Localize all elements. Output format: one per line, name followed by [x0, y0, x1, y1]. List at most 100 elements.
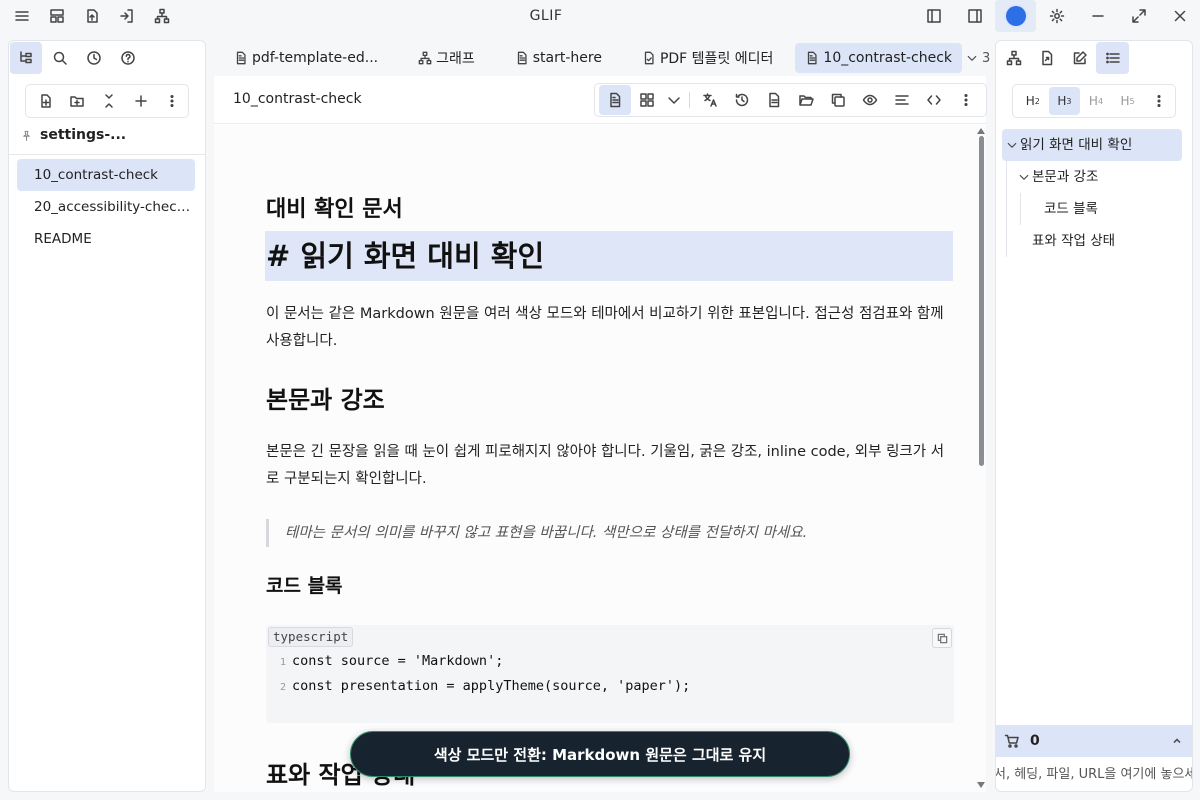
translate-icon[interactable]: [694, 85, 726, 115]
pinned-folder[interactable]: settings-...: [9, 122, 205, 148]
cart-icon: [1004, 733, 1020, 749]
document-icon: [234, 51, 248, 65]
tab-graph[interactable]: 그래프: [408, 43, 485, 73]
outline-item[interactable]: 읽기 화면 대비 확인: [1002, 129, 1182, 161]
file-text-icon[interactable]: [758, 85, 790, 115]
drop-zone-hint[interactable]: 서, 헤딩, 파일, URL을 여기에 놓으세: [996, 763, 1192, 782]
gear-icon[interactable]: [1036, 0, 1077, 32]
more-vertical-icon[interactable]: [1143, 87, 1175, 115]
tab-label: 그래프: [436, 51, 475, 67]
heading-level-toolbar: H2 H3 H4 H5: [1012, 84, 1176, 118]
copy-icon: [937, 633, 947, 643]
collapse-all-icon[interactable]: [93, 85, 125, 117]
search-tab[interactable]: [44, 42, 76, 74]
tab-label: start-here: [532, 50, 602, 66]
outline-item[interactable]: 코드 블록: [1002, 193, 1182, 225]
more-vertical-icon[interactable]: [156, 85, 188, 117]
outline-item[interactable]: 표와 작업 상태: [1002, 225, 1182, 257]
heading-level-h3[interactable]: H3: [1048, 87, 1081, 115]
color-mode-button[interactable]: [995, 0, 1036, 32]
document-toolbar: [594, 83, 987, 117]
tab-label: PDF 템플릿 에디터: [659, 51, 774, 67]
history-icon[interactable]: [726, 85, 758, 115]
outline-item-label: 읽기 화면 대비 확인: [1020, 137, 1133, 153]
pinned-folder-label: settings-...: [40, 127, 127, 143]
chevron-down-icon: [966, 52, 978, 64]
document-body[interactable]: 대비 확인 문서 # 읽기 화면 대비 확인 이 문서는 같은 Markdown…: [214, 125, 986, 792]
tab-label: 10_contrast-check: [823, 50, 953, 66]
color-mode-dot: [1005, 6, 1026, 26]
add-icon[interactable]: [125, 85, 157, 117]
close-icon[interactable]: [1159, 0, 1200, 32]
help-tab[interactable]: [112, 42, 144, 74]
graph-view-tab[interactable]: [997, 42, 1030, 74]
tab-pdf-template-editor-file[interactable]: pdf-template-ed...: [224, 43, 388, 73]
document-icon: [805, 51, 819, 65]
tab-overflow-button[interactable]: 3: [966, 51, 990, 66]
code-icon[interactable]: [918, 85, 950, 115]
heading-level-h2[interactable]: H2: [1017, 87, 1049, 115]
document-title: 10_contrast-check: [233, 91, 362, 107]
grid-view-icon[interactable]: [631, 85, 663, 115]
file-item[interactable]: README: [17, 223, 195, 255]
code-language-label: typescript: [268, 627, 354, 647]
title-bar: GLIF: [0, 0, 1200, 32]
eye-icon[interactable]: [854, 85, 886, 115]
code-block: typescript 1 const source = 'Markdown'; 2…: [266, 625, 954, 723]
chevron-down-icon[interactable]: [663, 85, 685, 115]
chevron-down-icon[interactable]: [1006, 139, 1018, 151]
folder-open-icon[interactable]: [790, 85, 822, 115]
heading-level-h5[interactable]: H5: [1112, 87, 1144, 115]
outline-item-label: 본문과 강조: [1032, 169, 1099, 185]
copy-code-button[interactable]: [932, 628, 952, 648]
h1-heading[interactable]: # 읽기 화면 대비 확인: [265, 231, 953, 281]
code-line: 1 const source = 'Markdown';: [279, 653, 504, 669]
toggle-left-sidebar-icon[interactable]: [913, 0, 954, 32]
outline-guide-line: [1020, 193, 1021, 225]
pdf-icon: [642, 51, 656, 65]
edit-tab[interactable]: [1063, 42, 1096, 74]
scrollbar-thumb[interactable]: [979, 136, 984, 466]
document-icon: [515, 51, 529, 65]
right-sidebar: H2 H3 H4 H5 읽기 화면 대비 확인 본문과 강조 코드 블록 표와 …: [995, 40, 1193, 792]
tab-contrast-check[interactable]: 10_contrast-check: [795, 43, 963, 73]
tab-pdf-template-editor[interactable]: PDF 템플릿 에디터: [632, 43, 783, 73]
document-view-icon[interactable]: [599, 85, 631, 115]
paragraph: 이 문서는 같은 Markdown 원문을 여러 색상 모드와 테마에서 비교하…: [266, 306, 944, 349]
tab-label: pdf-template-ed...: [252, 50, 379, 66]
chevron-down-icon[interactable]: [1018, 171, 1030, 183]
outline-item-label: 표와 작업 상태: [1032, 233, 1116, 249]
code-line: 2 const presentation = applyTheme(source,…: [279, 678, 691, 694]
maximize-icon[interactable]: [1118, 0, 1159, 32]
file-item[interactable]: 20_accessibility-checkl...: [17, 191, 195, 223]
document-outline: 읽기 화면 대비 확인 본문과 강조 코드 블록 표와 작업 상태: [1002, 129, 1182, 257]
history-tab[interactable]: [78, 42, 110, 74]
backlinks-tab[interactable]: [1030, 42, 1063, 74]
new-folder-icon[interactable]: [62, 85, 94, 117]
minimize-icon[interactable]: [1077, 0, 1118, 32]
align-left-icon[interactable]: [886, 85, 918, 115]
tab-strip: pdf-template-ed... 그래프 start-here PDF 템플…: [216, 40, 990, 76]
outline-tab[interactable]: [1096, 42, 1129, 74]
more-vertical-icon[interactable]: [950, 85, 982, 115]
toolbar-separator: [689, 92, 690, 108]
copy-icon[interactable]: [822, 85, 854, 115]
new-file-icon[interactable]: [30, 85, 62, 117]
outline-item[interactable]: 본문과 강조: [1002, 161, 1182, 193]
heading-level-h4[interactable]: H4: [1080, 87, 1112, 115]
file-tree-tab[interactable]: [10, 42, 42, 74]
cart-count: 0: [1030, 733, 1040, 749]
chevron-up-icon[interactable]: [1172, 736, 1182, 746]
scroll-up-arrow[interactable]: [977, 128, 985, 134]
outline-guide-line: [1006, 161, 1007, 257]
file-actions-toolbar: [25, 84, 189, 118]
cart-bar[interactable]: 0: [996, 725, 1192, 757]
scroll-down-arrow[interactable]: [977, 782, 985, 788]
outline-item-label: 코드 블록: [1044, 201, 1098, 217]
divider: [9, 154, 205, 155]
tab-start-here[interactable]: start-here: [505, 43, 612, 73]
editor-panel: 10_contrast-check 대비 확인 문서 # 읽기 화면 대비 확인…: [214, 76, 987, 792]
toggle-right-sidebar-icon[interactable]: [954, 0, 995, 32]
pin-icon: [21, 130, 32, 141]
file-item[interactable]: 10_contrast-check: [17, 159, 195, 191]
